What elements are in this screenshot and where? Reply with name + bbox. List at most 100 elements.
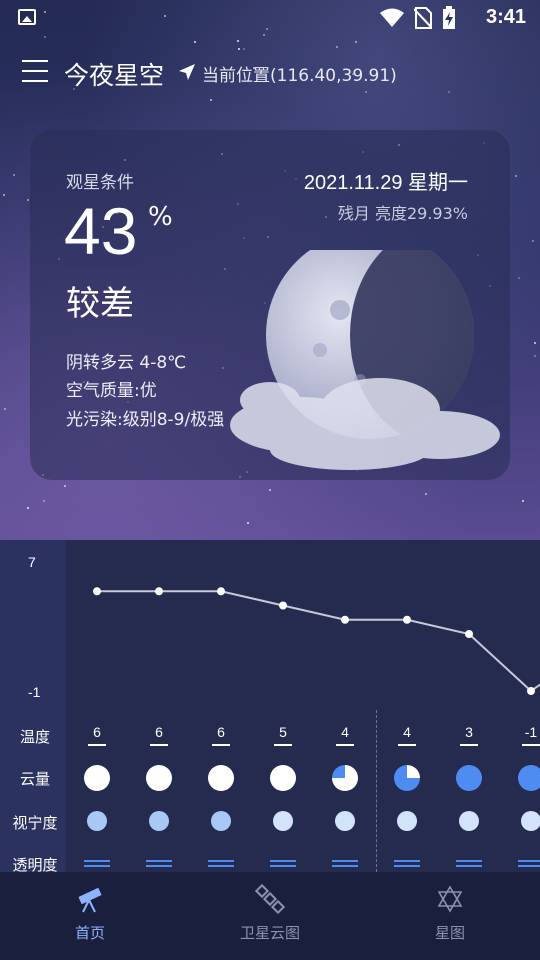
star-dot [355,41,357,43]
star-dot [13,174,15,176]
nav-label-home: 首页 [74,924,105,942]
star-dot [336,46,338,48]
moon-icon [230,250,500,470]
seeing-icon [459,811,479,831]
star-dot [515,175,517,177]
cloud-cover-icon [270,765,296,791]
temperature-underline [522,744,540,746]
temperature-value: 4 [403,724,411,740]
star-dot [247,522,249,524]
transparency-icon [394,860,420,870]
cloud-cover-icon [208,765,234,791]
forecast-column[interactable]: -1 [500,540,540,872]
location-arrow-icon[interactable] [178,63,196,81]
row-label-temperature: 温度 [19,728,50,746]
transparency-icon [456,860,482,870]
condition-quality: 较差 [66,284,134,324]
location-text[interactable]: 当前位置(116.40,39.91) [202,61,397,86]
temperature-underline [336,744,354,746]
nav-item-star-chart[interactable]: 星图 [360,884,540,943]
forecast-panel: 7 -1 温度 云量 视宁度 透明度 6 6 6 5 4 4 3 -1 [0,540,540,874]
air-quality-text: 空气质量:优 [66,381,157,401]
forecast-column[interactable]: 4 [376,540,438,872]
condition-label: 观星条件 [66,173,134,193]
seeing-icon [149,811,169,831]
forecast-column[interactable]: 6 [190,540,252,872]
row-label-cloud: 云量 [19,770,50,788]
forecast-column[interactable]: 5 [252,540,314,872]
star-dot [238,48,240,50]
nav-item-satellite[interactable]: 卫星云图 [180,884,360,943]
transparency-icon [208,860,234,870]
light-pollution-text: 光污染:级别8-9/极强 [66,410,225,430]
menu-icon[interactable] [22,60,48,82]
star-dot [532,240,534,242]
star-dot [425,493,427,495]
seeing-icon [211,811,231,831]
forecast-column[interactable]: 6 [128,540,190,872]
temperature-underline [150,744,168,746]
seeing-icon [521,811,540,831]
star-dot [534,355,536,357]
image-icon [18,9,36,25]
temperature-value: 6 [93,724,101,740]
row-label-seeing: 视宁度 [12,814,58,832]
nav-label-satellite: 卫星云图 [239,924,300,942]
temperature-value: 6 [217,724,225,740]
seeing-icon [87,811,107,831]
seeing-icon [397,811,417,831]
star-dot [44,36,46,38]
star-dot [522,500,524,502]
star-dot [518,277,520,279]
cloud-cover-icon [456,765,482,791]
bottom-nav: 首页 卫星云图 星图 [0,872,540,960]
weather-text: 阴转多云 4-8℃ [66,353,187,373]
status-icons [380,6,456,30]
star-dot [64,485,66,487]
row-label-column: 7 -1 温度 云量 视宁度 透明度 [0,540,66,874]
y-tick-max: 7 [28,554,36,570]
star-dot [3,194,5,196]
app-header: 今夜星空 当前位置(116.40,39.91) [0,54,540,94]
forecast-column[interactable]: 4 [314,540,376,872]
temperature-underline [460,744,478,746]
star-dot [27,199,29,201]
seeing-icon [273,811,293,831]
star-dot [27,507,29,509]
forecast-column[interactable]: 3 [438,540,500,872]
transparency-icon [270,860,296,870]
cloud-cover-icon [394,765,420,791]
star-dot [269,489,271,491]
satellite-icon [255,884,285,914]
transparency-icon [146,860,172,870]
temperature-value: 6 [155,724,163,740]
percent-sign: % [148,202,173,232]
star-dot [534,342,536,344]
cloud-cover-icon [84,765,110,791]
cloud-cover-icon [518,765,540,791]
battery-charging-icon [443,6,455,29]
temperature-value: 5 [279,724,287,740]
star-dot [194,41,196,43]
nav-item-home[interactable]: 首页 [0,884,180,943]
star-dot [4,408,6,410]
star-chart-icon [437,885,463,913]
temperature-underline [88,744,106,746]
clock: 3:41 [485,6,526,28]
date-text: 2021.11.29 星期一 [303,172,468,194]
no-sim-icon [414,7,432,29]
temperature-underline [274,744,292,746]
star-dot [237,40,239,42]
forecast-column[interactable]: 6 [66,540,128,872]
status-bar: 3:41 [0,0,540,36]
transparency-icon [518,860,540,870]
temperature-underline [398,744,416,746]
nav-label-star-chart: 星图 [434,924,465,942]
star-dot [43,500,45,502]
condition-percent: 43 [64,194,138,268]
forecast-grid[interactable]: 6 6 6 5 4 4 3 -1 [66,540,540,872]
transparency-icon [332,860,358,870]
telescope-icon [78,888,102,913]
cloud-cover-icon [146,765,172,791]
transparency-icon [84,860,110,870]
